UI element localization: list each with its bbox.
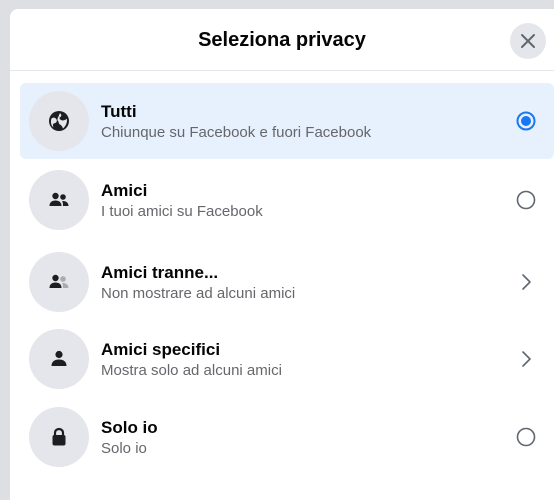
option-icon-container <box>29 252 89 312</box>
option-title: Amici tranne... <box>101 263 219 282</box>
option-title: Tutti <box>101 102 137 121</box>
privacy-dialog: Seleziona privacy Tutti Chiunque su Face… <box>10 9 554 500</box>
option-title: Amici specifici <box>101 340 221 359</box>
person-icon <box>51 350 67 366</box>
option-title: Solo io <box>101 418 158 437</box>
close-button[interactable] <box>510 23 546 59</box>
option-icon-container <box>29 329 89 389</box>
radio-button[interactable] <box>516 427 536 447</box>
radio-unselected-icon <box>516 190 536 210</box>
friends-except-icon <box>49 274 69 288</box>
radio-selected-icon <box>516 111 536 131</box>
option-subtitle: Non mostrare ad alcuni amici <box>101 285 296 302</box>
option-icon-container <box>29 407 89 467</box>
radio-unselected-icon <box>516 427 536 447</box>
close-icon <box>521 34 535 48</box>
option-subtitle: Mostra solo ad alcuni amici <box>101 362 282 379</box>
privacy-option-public[interactable]: Tutti Chiunque su Facebook e fuori Faceb… <box>20 83 554 159</box>
privacy-option-specific-friends[interactable]: Amici specifici Mostra solo ad alcuni am… <box>20 321 554 397</box>
globe-icon <box>49 111 69 131</box>
chevron-button[interactable] <box>516 349 536 369</box>
option-icon-container <box>29 91 89 151</box>
chevron-right-icon <box>522 274 531 290</box>
lock-icon <box>52 427 66 446</box>
option-subtitle: Solo io <box>101 440 147 457</box>
dialog-title: Seleziona privacy <box>198 29 366 51</box>
chevron-right-icon <box>522 351 531 367</box>
friends-icon <box>49 192 69 206</box>
option-title: Amici <box>101 181 148 200</box>
radio-button-selected[interactable] <box>516 111 536 131</box>
privacy-option-friends-except[interactable]: Amici tranne... Non mostrare ad alcuni a… <box>20 244 554 320</box>
privacy-option-friends[interactable]: Amici I tuoi amici su Facebook <box>20 162 554 238</box>
option-subtitle: Chiunque su Facebook e fuori Facebook <box>101 124 372 141</box>
dialog-header: Seleziona privacy <box>10 9 554 71</box>
chevron-button[interactable] <box>516 272 536 292</box>
option-subtitle: I tuoi amici su Facebook <box>101 203 263 220</box>
option-icon-container <box>29 170 89 230</box>
privacy-option-only-me[interactable]: Solo io Solo io <box>20 399 554 475</box>
radio-button[interactable] <box>516 190 536 210</box>
